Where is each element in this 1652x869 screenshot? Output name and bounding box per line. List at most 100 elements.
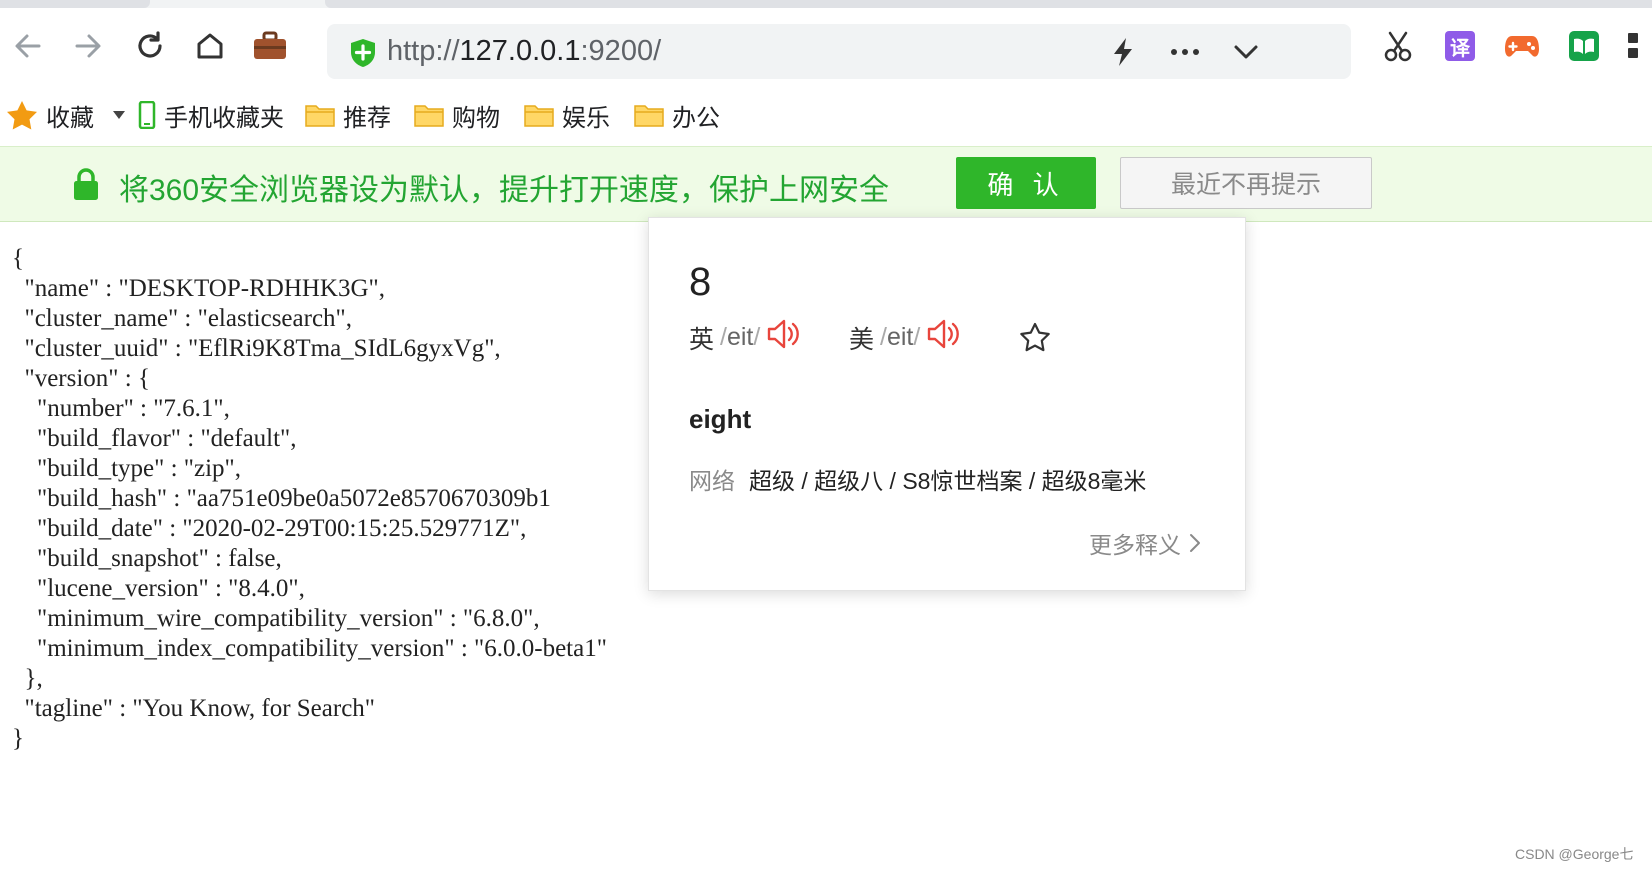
more-definitions-label: 更多释义 — [1089, 532, 1181, 558]
bookmark-folder-recommend[interactable]: 推荐 — [305, 98, 391, 132]
favorites-button[interactable]: 收藏 — [6, 98, 94, 132]
us-label: 美 — [849, 325, 875, 354]
json-line: "cluster_name" : "elasticsearch", — [12, 305, 353, 332]
bookmark-label: 购物 — [452, 104, 500, 132]
speed-button[interactable] — [1107, 36, 1139, 68]
banner-message: 将360安全浏览器设为默认，提升打开速度，保护上网安全 — [119, 174, 890, 207]
json-line: "build_flavor" : "default", — [12, 425, 297, 452]
tab-strip — [0, 0, 1652, 8]
chevron-down-icon — [1234, 45, 1258, 59]
reload-icon — [138, 31, 162, 58]
arrow-right-icon — [75, 34, 101, 58]
json-line: "build_hash" : "aa751e09be0a5072e8570670… — [12, 485, 551, 512]
translate-button[interactable]: 译 — [1440, 26, 1480, 66]
bookmark-label: 娱乐 — [562, 104, 610, 132]
back-button[interactable] — [8, 26, 48, 66]
folder-icon — [305, 103, 335, 127]
tab-left[interactable] — [0, 0, 150, 8]
json-line: "version" : { — [12, 365, 150, 392]
ipa-slash: / — [913, 323, 921, 351]
home-button[interactable] — [190, 26, 230, 66]
tab-right[interactable] — [325, 0, 1652, 8]
book-icon — [1569, 31, 1599, 61]
browser-toolbar: http://127.0.0.1:9200/ 译 — [0, 8, 1652, 80]
default-browser-banner: 将360安全浏览器设为默认，提升打开速度，保护上网安全 确 认 最近不再提示 — [0, 146, 1652, 222]
gamepad-icon — [1505, 36, 1539, 57]
json-line: "build_snapshot" : false, — [12, 545, 282, 572]
address-dropdown-button[interactable] — [1230, 36, 1262, 68]
folder-icon — [634, 103, 664, 127]
ipa-slash: / — [720, 323, 727, 351]
us-ipa: eit — [886, 323, 914, 351]
watermark: CSDN @George七 — [1515, 846, 1634, 862]
json-line: "build_type" : "zip", — [12, 455, 241, 482]
briefcase-button[interactable] — [250, 26, 290, 66]
favorites-label: 收藏 — [46, 104, 94, 132]
more-dots-icon — [1171, 49, 1199, 55]
home-icon — [197, 33, 223, 59]
arrow-left-icon — [15, 34, 41, 58]
uk-pronunciation: 英 /eit/ — [689, 318, 802, 357]
speaker-icon[interactable] — [766, 318, 802, 357]
dismiss-button[interactable]: 最近不再提示 — [1120, 157, 1372, 209]
address-bar[interactable]: http://127.0.0.1:9200/ — [327, 24, 1351, 79]
lookup-word: 8 — [689, 260, 712, 304]
speaker-icon[interactable] — [926, 318, 962, 357]
dictionary-popup: 8 英 /eit/ 美 /eit/ eight 网络 超级 / 超级八 / S8惊… — [648, 217, 1246, 591]
bookmark-label: 手机收藏夹 — [164, 104, 284, 132]
bookmark-label: 推荐 — [343, 104, 391, 132]
grid-icon — [1628, 33, 1638, 58]
url-path: :9200/ — [580, 35, 662, 67]
uk-ipa: eit — [726, 323, 754, 351]
more-options-button[interactable] — [1169, 36, 1201, 68]
extensions-overflow-button[interactable] — [1626, 26, 1652, 66]
confirm-button[interactable]: 确 认 — [956, 157, 1096, 209]
security-shield-icon — [349, 38, 377, 72]
definition-text: eight — [689, 404, 752, 434]
star-icon — [6, 100, 38, 130]
folder-icon — [524, 103, 554, 127]
forward-button[interactable] — [68, 26, 108, 66]
url-scheme: http:// — [387, 35, 460, 67]
json-line: "minimum_wire_compatibility_version" : "… — [12, 605, 540, 632]
json-line: "minimum_index_compatibility_version" : … — [12, 635, 607, 662]
more-definitions-link[interactable]: 更多释义 — [1089, 526, 1203, 560]
json-line: "number" : "7.6.1", — [12, 395, 230, 422]
briefcase-icon — [254, 31, 286, 59]
web-definitions-label: 网络 — [689, 468, 735, 494]
json-line: "build_date" : "2020-02-29T00:15:25.5297… — [12, 515, 527, 542]
web-definitions-value: 超级 / 超级八 / S8惊世档案 / 超级8毫米 — [749, 468, 1147, 494]
game-button[interactable] — [1502, 26, 1542, 66]
scissors-icon — [1384, 31, 1412, 62]
reader-button[interactable] — [1564, 26, 1604, 66]
url-text[interactable]: http://127.0.0.1:9200/ — [387, 35, 661, 68]
us-pronunciation: 美 /eit/ — [849, 318, 962, 357]
favorites-dropdown[interactable] — [112, 98, 126, 132]
json-line: "name" : "DESKTOP-RDHHK3G", — [12, 275, 386, 302]
bookmark-folder-shopping[interactable]: 购物 — [414, 98, 500, 132]
lock-icon — [72, 167, 100, 205]
bookmarks-bar: 收藏 手机收藏夹 推荐 购物 娱乐 办公 — [0, 84, 1652, 146]
favorite-star-icon[interactable] — [1019, 322, 1051, 356]
phone-icon — [138, 101, 156, 129]
reload-button[interactable] — [130, 26, 170, 66]
uk-label: 英 — [689, 325, 715, 354]
json-response: { "name" : "DESKTOP-RDHHK3G", "cluster_n… — [12, 244, 607, 754]
bookmark-item-mobile[interactable]: 手机收藏夹 — [138, 98, 284, 132]
web-definitions: 网络 超级 / 超级八 / S8惊世档案 / 超级8毫米 — [689, 462, 1146, 496]
json-line: { — [12, 245, 24, 272]
bookmark-label: 办公 — [672, 104, 720, 132]
screenshot-button[interactable] — [1378, 26, 1418, 66]
url-host: 127.0.0.1 — [459, 35, 581, 67]
json-line: }, — [12, 665, 43, 692]
json-line: } — [12, 725, 24, 752]
bookmark-folder-entertainment[interactable]: 娱乐 — [524, 98, 610, 132]
ipa-slash: / — [753, 323, 761, 351]
lightning-icon — [1114, 38, 1132, 66]
caret-down-icon — [113, 111, 125, 119]
ipa-slash: / — [880, 323, 887, 351]
translate-icon: 译 — [1445, 31, 1475, 61]
json-line: "tagline" : "You Know, for Search" — [12, 695, 376, 722]
json-line: "cluster_uuid" : "EflRi9K8Tma_SIdL6gyxVg… — [12, 335, 501, 362]
bookmark-folder-office[interactable]: 办公 — [634, 98, 720, 132]
